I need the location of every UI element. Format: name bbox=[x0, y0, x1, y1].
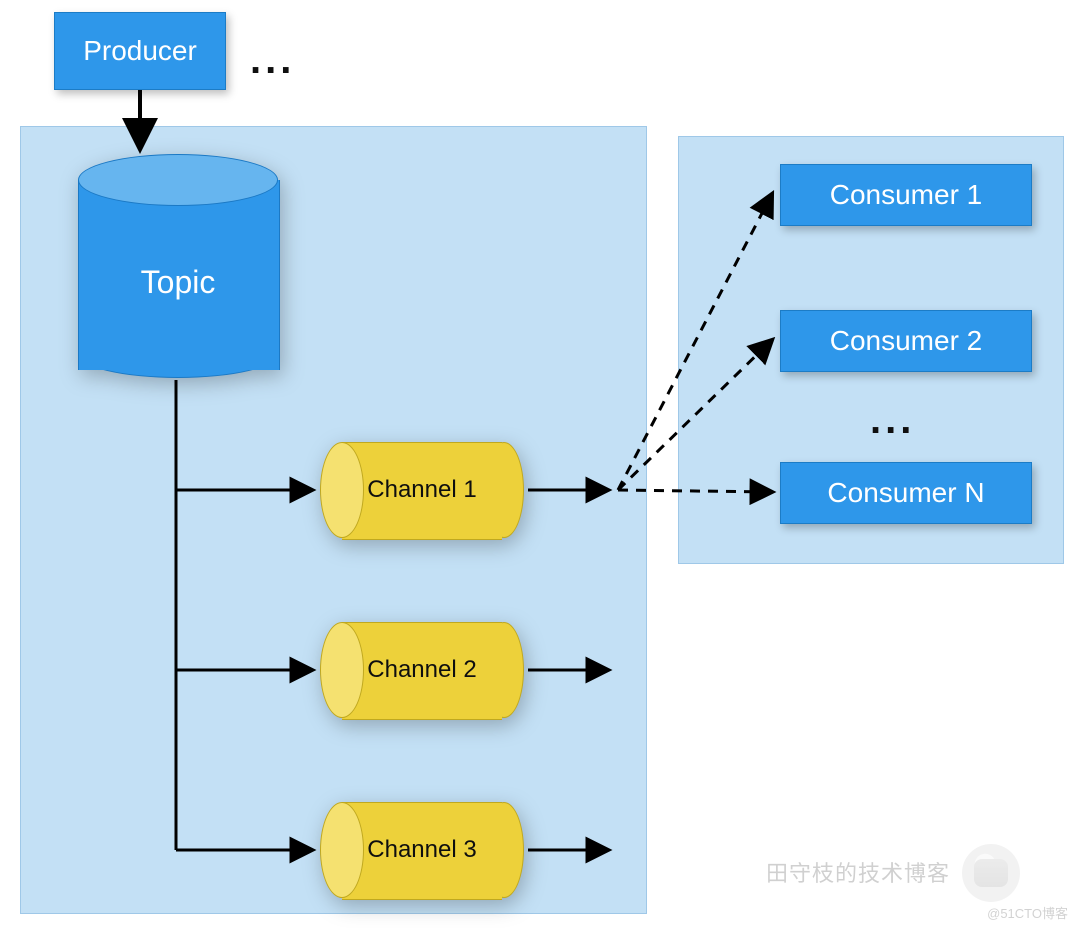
watermark-logo-icon bbox=[962, 844, 1020, 902]
channel-label: Channel 3 bbox=[320, 802, 524, 898]
channel-label: Channel 2 bbox=[320, 622, 524, 718]
channel-cylinder-1: Channel 1 bbox=[320, 442, 524, 538]
producer-ellipsis: ... bbox=[250, 38, 295, 83]
consumer-box-2: Consumer 2 bbox=[780, 310, 1032, 372]
watermark-small: @51CTO博客 bbox=[987, 903, 1068, 922]
topic-label: Topic bbox=[78, 264, 278, 301]
channel-label: Channel 1 bbox=[320, 442, 524, 538]
watermark-text: 田守枝的技术博客 bbox=[766, 856, 950, 888]
topic-cylinder: Topic bbox=[78, 154, 278, 378]
consumer-box-n: Consumer N bbox=[780, 462, 1032, 524]
consumer-box-1: Consumer 1 bbox=[780, 164, 1032, 226]
consumers-ellipsis: ... bbox=[870, 398, 915, 443]
channel-cylinder-2: Channel 2 bbox=[320, 622, 524, 718]
producer-box: Producer bbox=[54, 12, 226, 90]
channel-cylinder-3: Channel 3 bbox=[320, 802, 524, 898]
